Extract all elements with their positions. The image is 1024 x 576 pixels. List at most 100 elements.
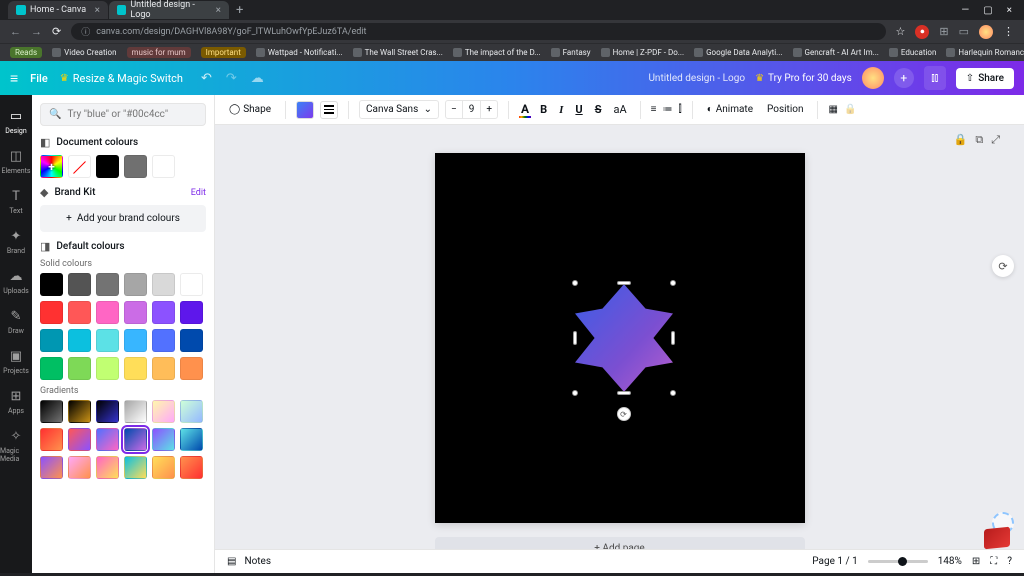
selected-shape[interactable]: ⟳ [575, 283, 673, 393]
fill-color-swatch[interactable] [296, 101, 314, 119]
back-button[interactable]: ← [10, 25, 21, 38]
resize-magic-switch[interactable]: ♛ Resize & Magic Switch [60, 72, 183, 85]
zoom-slider[interactable] [868, 560, 928, 563]
canvas-scroll[interactable]: 🔒 ⧉ ⤢ ⟳ [215, 125, 1024, 549]
colour-swatch[interactable] [124, 155, 147, 178]
transparency-button[interactable]: ▦ [828, 104, 837, 115]
rail-projects[interactable]: ▣Projects [0, 343, 32, 381]
add-member-button[interactable]: + [894, 68, 914, 88]
browser-tab[interactable]: Home - Canva × [8, 1, 108, 19]
bookmark-item[interactable]: The impact of the D... [453, 48, 541, 57]
spacing-button[interactable]: ⫿ [678, 104, 681, 115]
bookmark-item[interactable]: Harlequin Romance... [946, 48, 1024, 57]
gradient-swatch[interactable] [180, 400, 203, 423]
rail-apps[interactable]: ⊞Apps [0, 383, 32, 421]
position-button[interactable]: Position [763, 101, 807, 118]
gradient-swatch[interactable] [68, 428, 91, 451]
colour-swatch[interactable] [124, 357, 147, 380]
font-family-select[interactable]: Canva Sans⌄ [359, 100, 439, 119]
colour-swatch[interactable] [180, 301, 203, 324]
analytics-button[interactable]: ⫾⫾ [924, 66, 946, 90]
menu-icon[interactable]: ≡ [10, 70, 18, 87]
colour-swatch[interactable] [68, 273, 91, 296]
colour-swatch[interactable] [96, 301, 119, 324]
gradient-swatch[interactable] [40, 428, 63, 451]
resize-handle[interactable] [670, 280, 676, 286]
gradient-swatch[interactable] [124, 400, 147, 423]
assistant-widget[interactable] [982, 520, 1010, 548]
colour-swatch[interactable] [180, 329, 203, 352]
bookmark-item[interactable]: Google Data Analyti... [694, 48, 782, 57]
bookmark-item[interactable]: Home | Z-PDF - Do... [601, 48, 685, 57]
bookmark-item[interactable]: music for mum [127, 47, 191, 58]
rail-uploads[interactable]: ☁Uploads [0, 263, 32, 301]
bookmark-item[interactable]: Important [201, 47, 246, 58]
extension-icon[interactable]: ⏺ [915, 25, 929, 39]
add-colour-button[interactable] [40, 155, 63, 178]
animate-button[interactable]: ◐Animate [703, 101, 757, 118]
expand-page-icon[interactable]: ⤢ [991, 133, 1000, 147]
resize-handle[interactable] [617, 391, 631, 395]
colour-swatch[interactable] [68, 301, 91, 324]
rail-brand[interactable]: ✦Brand [0, 223, 32, 261]
rail-text[interactable]: TText [0, 183, 32, 221]
list-button[interactable]: ≔ [662, 104, 672, 115]
duplicate-page-icon[interactable]: ⧉ [975, 133, 983, 147]
colour-swatch[interactable] [124, 301, 147, 324]
minimize-button[interactable]: — [961, 5, 969, 16]
colour-swatch[interactable] [152, 301, 175, 324]
colour-swatch[interactable] [96, 329, 119, 352]
add-page-button[interactable]: + Add page [435, 537, 805, 549]
rail-design[interactable]: ▭Design [0, 103, 32, 141]
text-color-button[interactable]: A [519, 102, 531, 118]
bookmark-item[interactable]: Reads [10, 47, 42, 58]
colour-swatch[interactable] [124, 329, 147, 352]
cloud-sync-icon[interactable]: ☁ [251, 71, 264, 86]
grid-view-button[interactable]: ⊞ [972, 556, 980, 567]
share-button[interactable]: ⇧ Share [956, 68, 1014, 89]
bookmark-item[interactable]: Gencraft - AI Art Im... [793, 48, 879, 57]
lock-page-icon[interactable]: 🔒 [954, 133, 968, 147]
reload-button[interactable]: ⟳ [52, 25, 61, 38]
decrease-size[interactable]: − [446, 101, 462, 118]
gradient-swatch[interactable] [96, 456, 119, 479]
close-icon[interactable]: × [216, 5, 221, 16]
color-search[interactable]: 🔍 [40, 103, 206, 126]
undo-button[interactable]: ↶ [201, 71, 212, 86]
zoom-value[interactable]: 148% [938, 556, 962, 567]
colour-swatch[interactable] [124, 273, 147, 296]
colour-swatch[interactable] [180, 273, 203, 296]
colour-swatch[interactable] [68, 357, 91, 380]
bookmark-item[interactable]: Wattpad - Notificati... [256, 48, 343, 57]
increase-size[interactable]: + [481, 101, 497, 118]
bookmark-item[interactable]: Fantasy [551, 48, 591, 57]
gradient-swatch[interactable] [180, 428, 203, 451]
reading-list-icon[interactable]: ▭ [959, 25, 969, 38]
zoom-thumb[interactable] [898, 557, 907, 566]
gradient-swatch[interactable] [68, 456, 91, 479]
gradient-swatch[interactable] [96, 400, 119, 423]
rotate-handle[interactable]: ⟳ [617, 407, 631, 421]
bookmark-star-icon[interactable]: ☆ [896, 25, 906, 38]
colour-swatch[interactable] [96, 155, 119, 178]
gradient-swatch[interactable] [152, 456, 175, 479]
bookmark-item[interactable]: Education [889, 48, 936, 57]
profile-avatar[interactable] [979, 25, 993, 39]
edit-brand-link[interactable]: Edit [191, 188, 206, 198]
colour-swatch[interactable] [152, 155, 175, 178]
gradient-swatch[interactable] [68, 400, 91, 423]
design-page[interactable]: ⟳ [435, 153, 805, 523]
underline-button[interactable]: U [572, 101, 585, 118]
bold-button[interactable]: B [537, 101, 550, 118]
colour-swatch[interactable] [40, 273, 63, 296]
italic-button[interactable]: I [556, 102, 566, 118]
gradient-swatch[interactable] [180, 456, 203, 479]
new-tab-button[interactable]: + [230, 3, 249, 18]
bookmark-item[interactable]: The Wall Street Cras... [353, 48, 443, 57]
maximize-button[interactable]: ▢ [983, 5, 992, 16]
gradient-swatch[interactable] [152, 400, 175, 423]
rail-magic-media[interactable]: ✧Magic Media [0, 423, 32, 469]
gradient-swatch[interactable] [96, 428, 119, 451]
font-size-stepper[interactable]: − 9 + [445, 100, 498, 119]
close-window-button[interactable]: × [1007, 5, 1012, 16]
